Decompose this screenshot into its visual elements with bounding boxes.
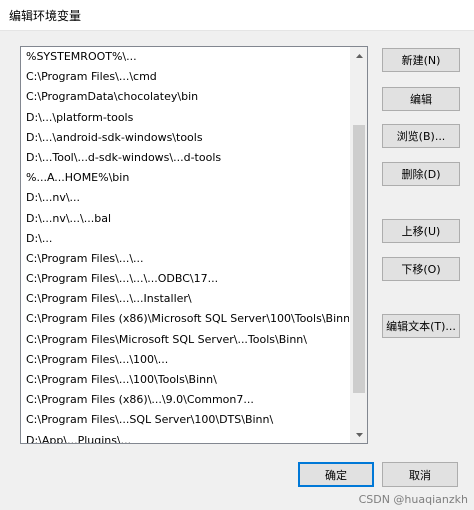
scroll-thumb[interactable]	[353, 125, 365, 393]
list-item[interactable]: C:\Program Files\...\cmd	[21, 67, 349, 87]
list-item[interactable]: C:\Program Files (x86)\Microsoft SQL Ser…	[21, 309, 349, 329]
new-button[interactable]: 新建(N)	[382, 48, 460, 72]
cancel-button[interactable]: 取消	[382, 462, 458, 487]
delete-button[interactable]: 删除(D)	[382, 162, 460, 186]
path-list-box[interactable]: %SYSTEMROOT%\... C:\Program Files\...\cmd…	[20, 46, 368, 444]
list-item[interactable]: C:\Program Files\...\...\...ODBC\17...	[21, 269, 349, 289]
ok-button[interactable]: 确定	[298, 462, 374, 487]
list-item[interactable]: D:\...Tool\...d-sdk-windows\...d-tools	[21, 148, 349, 168]
window-title: 编辑环境变量	[9, 9, 82, 23]
path-list[interactable]: %SYSTEMROOT%\... C:\Program Files\...\cmd…	[21, 47, 349, 443]
list-item[interactable]: C:\Program Files\...\100\Tools\Binn\	[21, 370, 349, 390]
watermark: CSDN @huaqianzkh	[358, 493, 468, 506]
scroll-down-icon[interactable]	[351, 426, 367, 443]
move-up-button[interactable]: 上移(U)	[382, 219, 460, 243]
list-item[interactable]: %...A...HOME%\bin	[21, 168, 349, 188]
list-item[interactable]: C:\Program Files\...\...	[21, 249, 349, 269]
list-item[interactable]: D:\...	[21, 229, 349, 249]
list-item[interactable]: C:\Program Files\...\...Installer\	[21, 289, 349, 309]
list-item[interactable]: D:\...\android-sdk-windows\tools	[21, 128, 349, 148]
list-item[interactable]: C:\Program Files\...SQL Server\100\DTS\B…	[21, 410, 349, 430]
list-item[interactable]: D:\...nv\...	[21, 188, 349, 208]
vertical-scrollbar[interactable]	[350, 47, 367, 443]
edit-text-button[interactable]: 编辑文本(T)...	[382, 314, 460, 338]
list-item[interactable]: %SYSTEMROOT%\...	[21, 47, 349, 67]
scroll-up-icon[interactable]	[351, 47, 367, 64]
list-item[interactable]: D:\...\platform-tools	[21, 108, 349, 128]
list-item[interactable]: C:\Program Files\...\100\...	[21, 350, 349, 370]
list-item[interactable]: D:\...nv\...\...bal	[21, 209, 349, 229]
list-item[interactable]: C:\Program Files (x86)\...\9.0\Common7..…	[21, 390, 349, 410]
edit-button[interactable]: 编辑	[382, 87, 460, 111]
list-item[interactable]: C:\Program Files\Microsoft SQL Server\..…	[21, 330, 349, 350]
list-item[interactable]: C:\ProgramData\chocolatey\bin	[21, 87, 349, 107]
browse-button[interactable]: 浏览(B)...	[382, 124, 460, 148]
title-bar: 编辑环境变量	[0, 0, 474, 30]
move-down-button[interactable]: 下移(O)	[382, 257, 460, 281]
list-item[interactable]: D:\App\...Plugins\...	[21, 431, 349, 443]
